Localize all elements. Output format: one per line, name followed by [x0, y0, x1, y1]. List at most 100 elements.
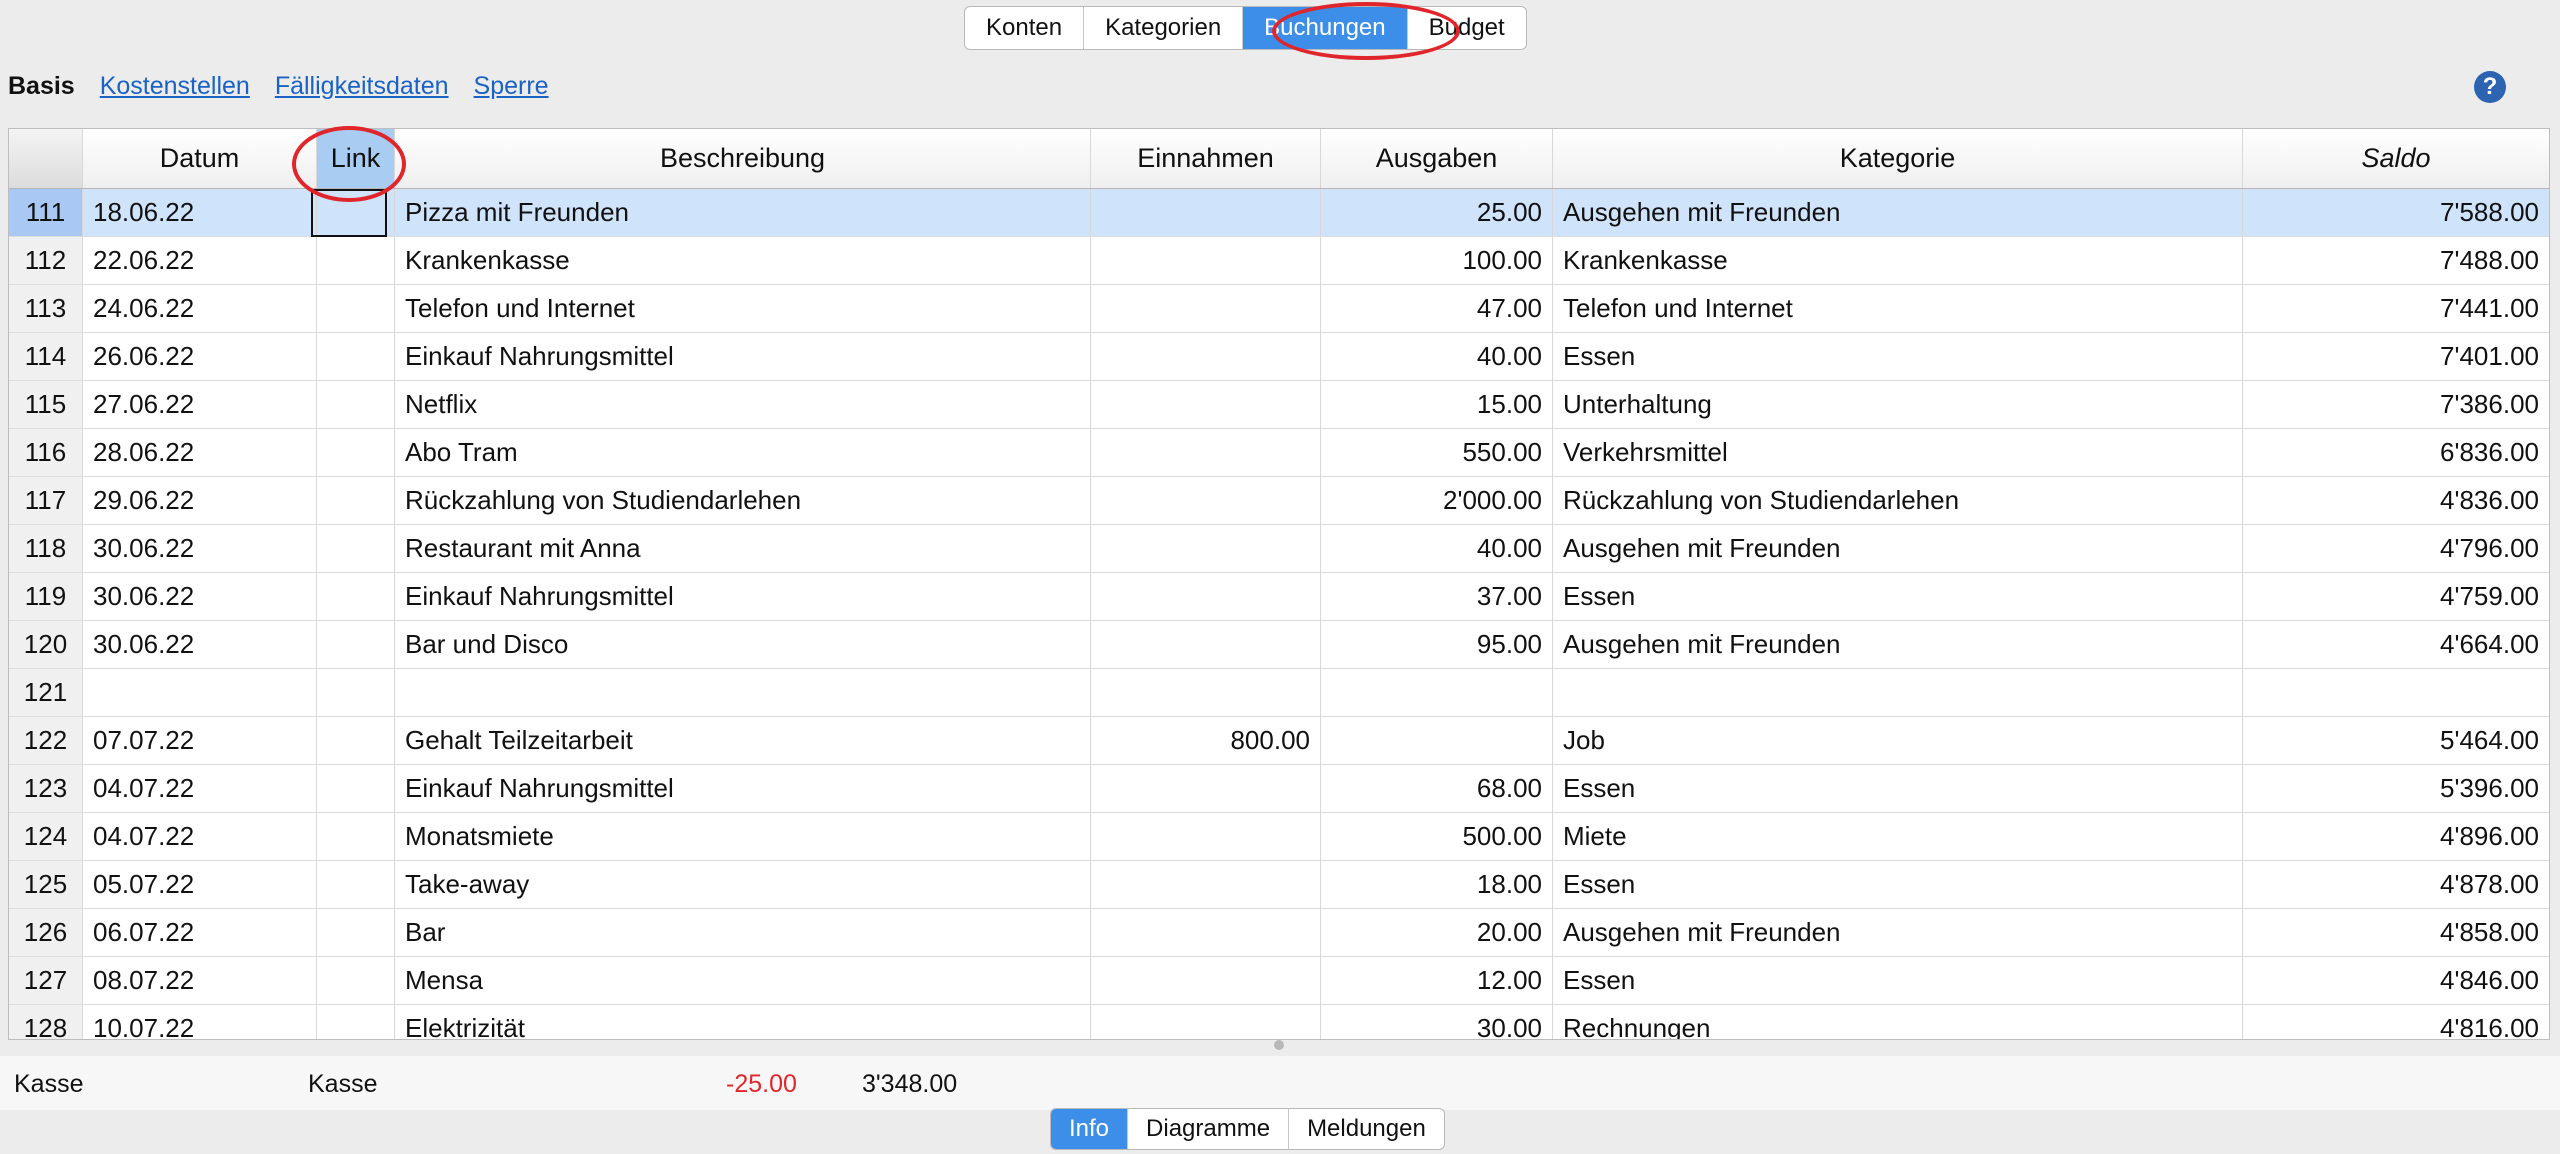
subtab-basis[interactable]: Basis [8, 72, 75, 101]
cell-datum[interactable]: 08.07.22 [83, 957, 317, 1004]
cell-ausgaben[interactable]: 15.00 [1321, 381, 1553, 428]
cell-saldo[interactable]: 5'464.00 [2243, 717, 2549, 764]
cell-ausgaben[interactable]: 500.00 [1321, 813, 1553, 860]
cell-kategorie[interactable]: Unterhaltung [1553, 381, 2243, 428]
cell-ausgaben[interactable]: 100.00 [1321, 237, 1553, 284]
cell-kategorie[interactable]: Ausgehen mit Freunden [1553, 621, 2243, 668]
table-row[interactable]: 128 10.07.22 Elektrizität 30.00 Rechnungen 4'… [9, 1005, 2549, 1039]
cell-link[interactable] [317, 525, 395, 572]
cell-beschreibung[interactable]: Monatsmiete [395, 813, 1091, 860]
cell-einnahmen[interactable] [1091, 765, 1321, 812]
cell-ausgaben[interactable]: 68.00 [1321, 765, 1553, 812]
cell-ausgaben[interactable]: 40.00 [1321, 333, 1553, 380]
cell-datum[interactable]: 28.06.22 [83, 429, 317, 476]
cell-datum[interactable]: 29.06.22 [83, 477, 317, 524]
table-row[interactable]: 121 [9, 669, 2549, 717]
cell-saldo[interactable]: 4'846.00 [2243, 957, 2549, 1004]
cell-ausgaben[interactable]: 2'000.00 [1321, 477, 1553, 524]
cell-saldo[interactable] [2243, 669, 2549, 716]
cell-beschreibung[interactable]: Bar [395, 909, 1091, 956]
table-row[interactable]: 114 26.06.22 Einkauf Nahrungsmittel 40.00 Es… [9, 333, 2549, 381]
cell-link[interactable] [317, 813, 395, 860]
cell-ausgaben[interactable]: 550.00 [1321, 429, 1553, 476]
cell-einnahmen[interactable] [1091, 621, 1321, 668]
table-row[interactable]: 126 06.07.22 Bar 20.00 Ausgehen mit Freunden… [9, 909, 2549, 957]
cell-datum[interactable]: 04.07.22 [83, 765, 317, 812]
tab-konten[interactable]: Konten [965, 7, 1085, 49]
cell-kategorie[interactable]: Essen [1553, 765, 2243, 812]
cell-link[interactable] [317, 621, 395, 668]
cell-einnahmen[interactable] [1091, 861, 1321, 908]
cell-saldo[interactable]: 4'759.00 [2243, 573, 2549, 620]
cell-link[interactable] [317, 669, 395, 716]
cell-saldo[interactable]: 5'396.00 [2243, 765, 2549, 812]
table-row[interactable]: 118 30.06.22 Restaurant mit Anna 40.00 Ausge… [9, 525, 2549, 573]
cell-ausgaben[interactable]: 47.00 [1321, 285, 1553, 332]
table-row[interactable]: 124 04.07.22 Monatsmiete 500.00 Miete 4'896.0… [9, 813, 2549, 861]
cell-link[interactable] [317, 1005, 395, 1039]
tab-meldungen[interactable]: Meldungen [1289, 1109, 1444, 1149]
table-row[interactable]: 119 30.06.22 Einkauf Nahrungsmittel 37.00 Es… [9, 573, 2549, 621]
cell-saldo[interactable]: 4'816.00 [2243, 1005, 2549, 1039]
cell-saldo[interactable]: 7'588.00 [2243, 189, 2549, 236]
cell-saldo[interactable]: 7'488.00 [2243, 237, 2549, 284]
cell-kategorie[interactable]: Ausgehen mit Freunden [1553, 189, 2243, 236]
cell-beschreibung[interactable]: Netflix [395, 381, 1091, 428]
cell-ausgaben[interactable]: 18.00 [1321, 861, 1553, 908]
cell-ausgaben[interactable]: 40.00 [1321, 525, 1553, 572]
cell-einnahmen[interactable] [1091, 573, 1321, 620]
active-cell-cursor[interactable] [311, 189, 387, 237]
cell-datum[interactable]: 27.06.22 [83, 381, 317, 428]
table-row[interactable]: 111 18.06.22 Pizza mit Freunden 25.00 Ausgeh… [9, 189, 2549, 237]
cell-kategorie[interactable]: Telefon und Internet [1553, 285, 2243, 332]
cell-kategorie[interactable]: Essen [1553, 573, 2243, 620]
cell-ausgaben[interactable]: 95.00 [1321, 621, 1553, 668]
tab-diagramme[interactable]: Diagramme [1128, 1109, 1290, 1149]
cell-beschreibung[interactable]: Restaurant mit Anna [395, 525, 1091, 572]
header-beschreibung[interactable]: Beschreibung [395, 129, 1091, 188]
tab-budget[interactable]: Budget [1408, 7, 1526, 49]
cell-einnahmen[interactable] [1091, 909, 1321, 956]
cell-datum[interactable]: 26.06.22 [83, 333, 317, 380]
cell-beschreibung[interactable]: Krankenkasse [395, 237, 1091, 284]
cell-einnahmen[interactable] [1091, 285, 1321, 332]
cell-link[interactable] [317, 909, 395, 956]
cell-saldo[interactable]: 7'386.00 [2243, 381, 2549, 428]
cell-kategorie[interactable]: Krankenkasse [1553, 237, 2243, 284]
cell-link[interactable] [317, 957, 395, 1004]
cell-kategorie[interactable]: Job [1553, 717, 2243, 764]
cell-ausgaben[interactable]: 12.00 [1321, 957, 1553, 1004]
tab-buchungen[interactable]: Buchungen [1243, 7, 1408, 49]
cell-kategorie[interactable]: Ausgehen mit Freunden [1553, 525, 2243, 572]
cell-einnahmen[interactable] [1091, 429, 1321, 476]
table-row[interactable]: 117 29.06.22 Rückzahlung von Studiendarleh… [9, 477, 2549, 525]
cell-einnahmen[interactable] [1091, 381, 1321, 428]
header-datum[interactable]: Datum [83, 129, 317, 188]
cell-datum[interactable]: 24.06.22 [83, 285, 317, 332]
cell-saldo[interactable]: 4'858.00 [2243, 909, 2549, 956]
table-row[interactable]: 112 22.06.22 Krankenkasse 100.00 Krankenkass… [9, 237, 2549, 285]
table-row[interactable]: 116 28.06.22 Abo Tram 550.00 Verkehrsmittel 6… [9, 429, 2549, 477]
header-saldo[interactable]: Saldo [2243, 129, 2549, 188]
cell-saldo[interactable]: 4'796.00 [2243, 525, 2549, 572]
cell-datum[interactable]: 22.06.22 [83, 237, 317, 284]
cell-beschreibung[interactable]: Bar und Disco [395, 621, 1091, 668]
cell-saldo[interactable]: 4'664.00 [2243, 621, 2549, 668]
cell-einnahmen[interactable] [1091, 813, 1321, 860]
header-kategorie[interactable]: Kategorie [1553, 129, 2243, 188]
cell-beschreibung[interactable]: Pizza mit Freunden [395, 189, 1091, 236]
cell-link[interactable] [317, 477, 395, 524]
cell-datum[interactable]: 06.07.22 [83, 909, 317, 956]
cell-beschreibung[interactable]: Take-away [395, 861, 1091, 908]
cell-beschreibung[interactable] [395, 669, 1091, 716]
cell-beschreibung[interactable]: Telefon und Internet [395, 285, 1091, 332]
cell-kategorie[interactable] [1553, 669, 2243, 716]
subtab-faelligkeitsdaten[interactable]: Fälligkeitsdaten [275, 72, 449, 101]
header-einnahmen[interactable]: Einnahmen [1091, 129, 1321, 188]
table-row[interactable]: 122 07.07.22 Gehalt Teilzeitarbeit 800.00 Jo… [9, 717, 2549, 765]
cell-beschreibung[interactable]: Einkauf Nahrungsmittel [395, 765, 1091, 812]
table-row[interactable]: 123 04.07.22 Einkauf Nahrungsmittel 68.00 Es… [9, 765, 2549, 813]
help-icon[interactable]: ? [2474, 71, 2506, 103]
cell-datum[interactable] [83, 669, 317, 716]
cell-einnahmen[interactable] [1091, 669, 1321, 716]
